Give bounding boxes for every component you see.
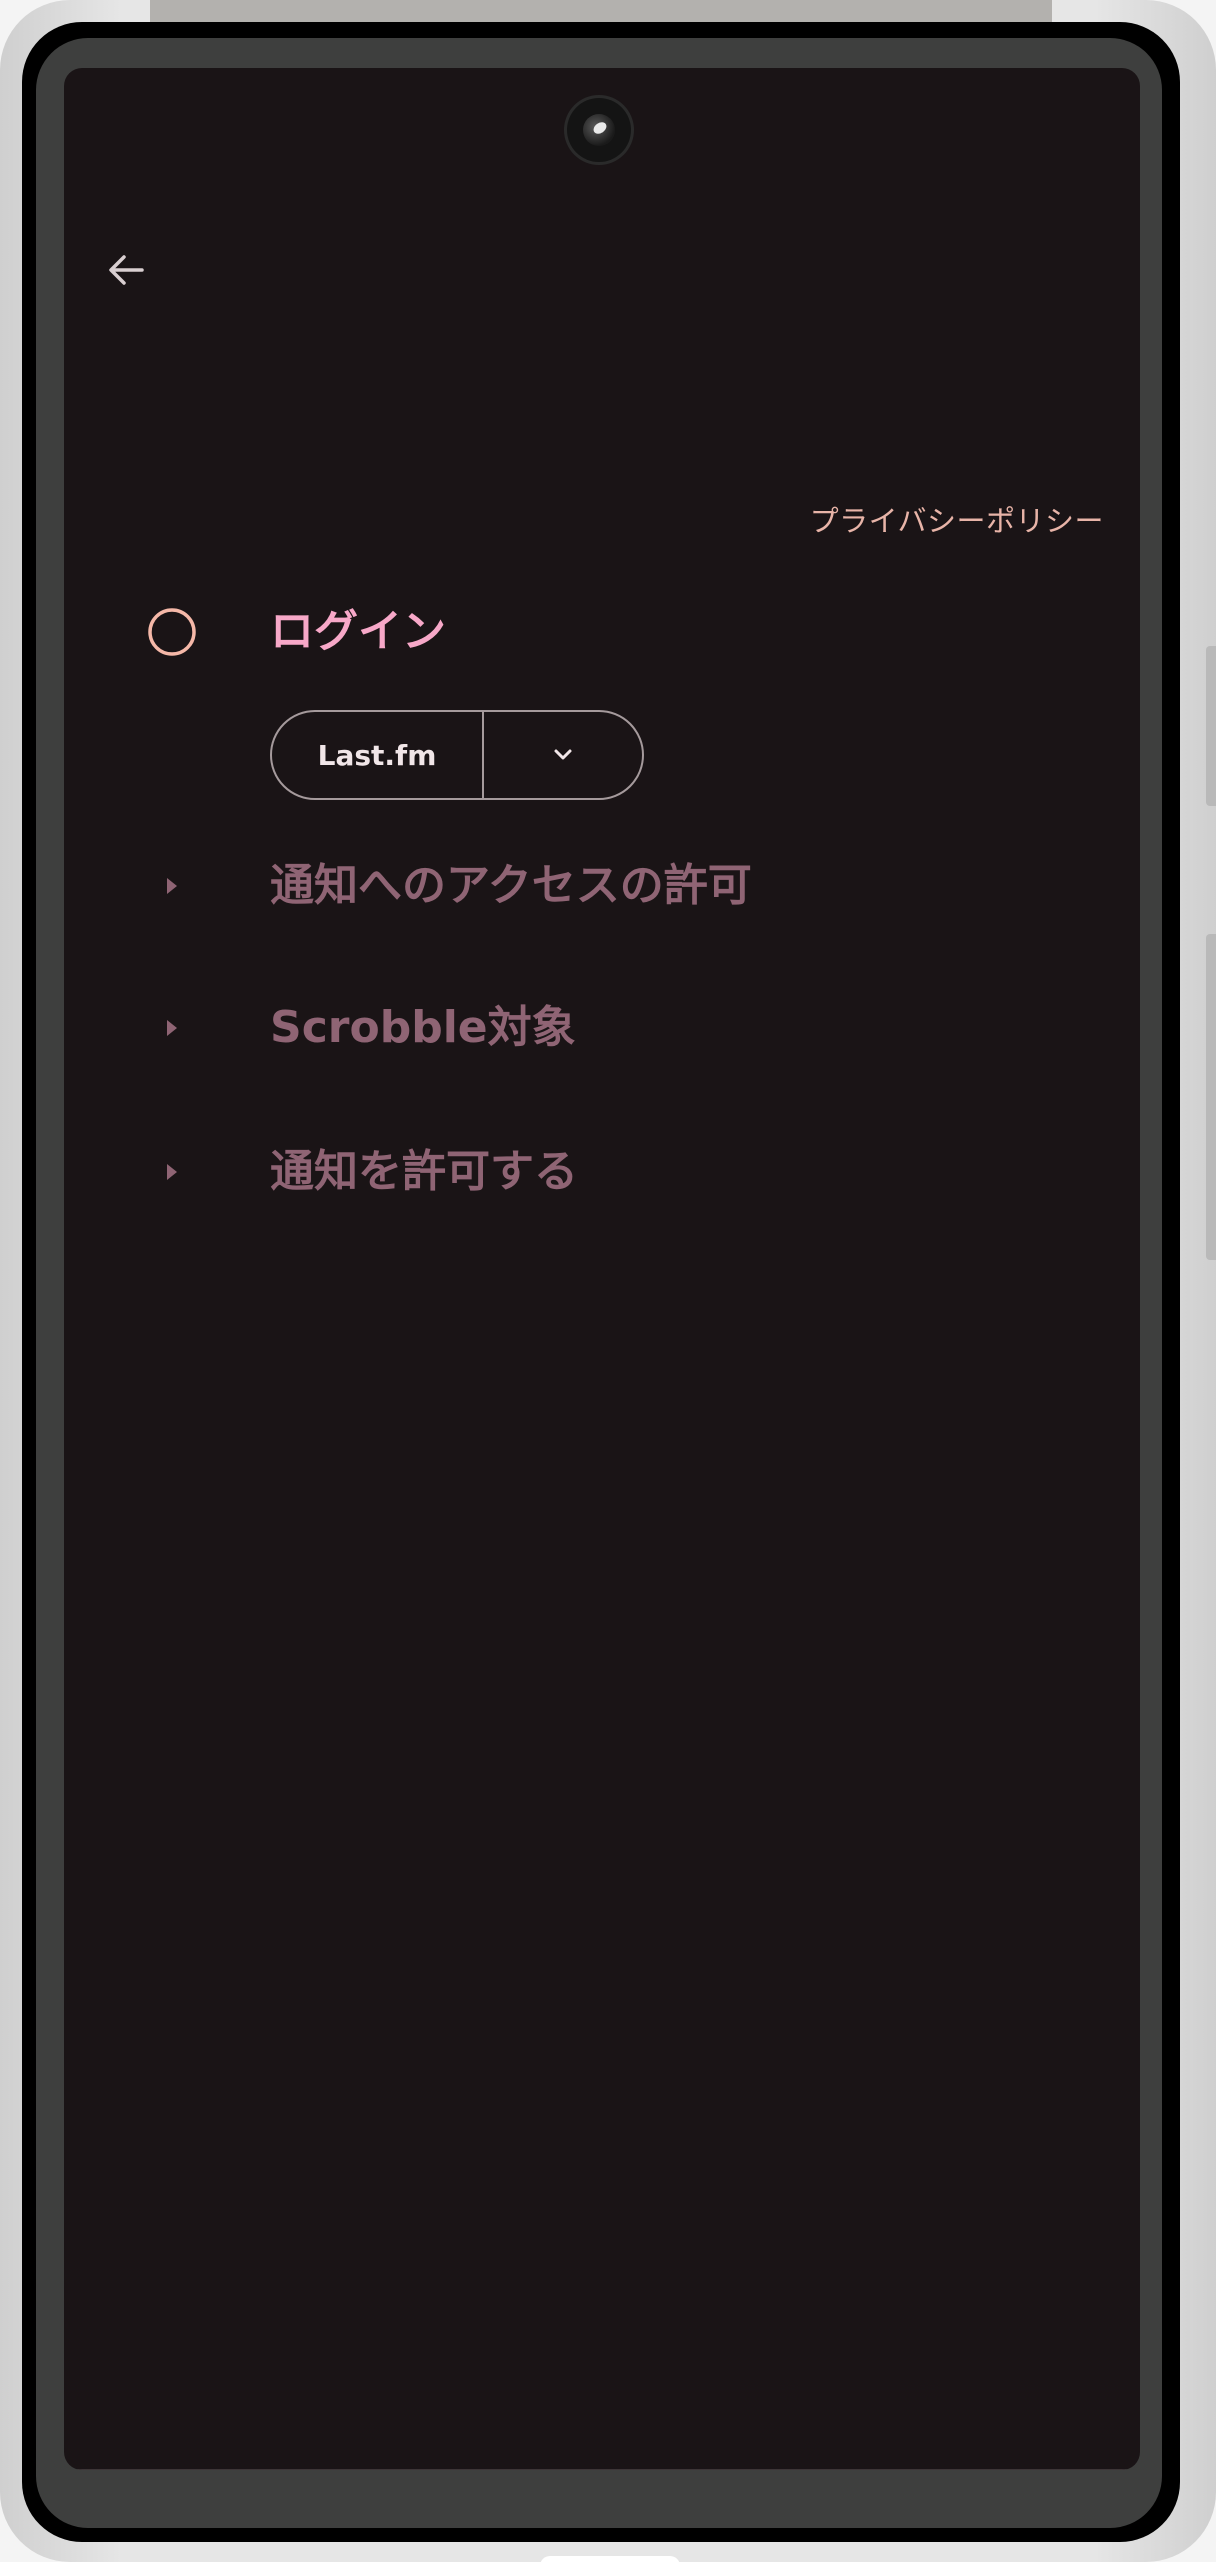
caret-right-icon (167, 1164, 177, 1180)
step-marker (144, 1144, 200, 1200)
step-label: 通知へのアクセスの許可 (270, 860, 752, 911)
camera-glint (591, 119, 609, 137)
caret-right-icon (167, 878, 177, 894)
login-service-dropdown[interactable] (484, 712, 642, 798)
step-label: 通知を許可する (270, 1146, 578, 1197)
login-service-button[interactable]: Last.fm (272, 712, 484, 798)
privacy-policy-link[interactable]: プライバシーポリシー (810, 498, 1104, 540)
power-button (1206, 934, 1216, 1260)
page: プライバシーポリシー ログイン Last.fm 通知へのアクセスの許可 Scro… (0, 0, 1216, 2562)
app-screen: プライバシーポリシー ログイン Last.fm 通知へのアクセスの許可 Scro… (64, 68, 1140, 2470)
volume-button (1206, 646, 1216, 806)
arrow-back-icon (109, 255, 144, 285)
caret-right-icon (167, 1020, 177, 1036)
device-bottom-nub (540, 2556, 680, 2562)
chevron-down-icon (554, 749, 572, 760)
login-split-button: Last.fm (270, 710, 644, 800)
back-button[interactable] (94, 238, 158, 302)
step-marker (144, 858, 200, 914)
step-label: ログイン (270, 606, 446, 657)
camera-lens (583, 114, 615, 146)
step-marker (144, 604, 200, 660)
step-label: Scrobble対象 (270, 1002, 576, 1053)
step-marker (144, 1000, 200, 1056)
radio-circle-icon (148, 608, 196, 656)
front-camera (567, 98, 631, 162)
navigation-bar-divider (64, 2469, 1140, 2470)
